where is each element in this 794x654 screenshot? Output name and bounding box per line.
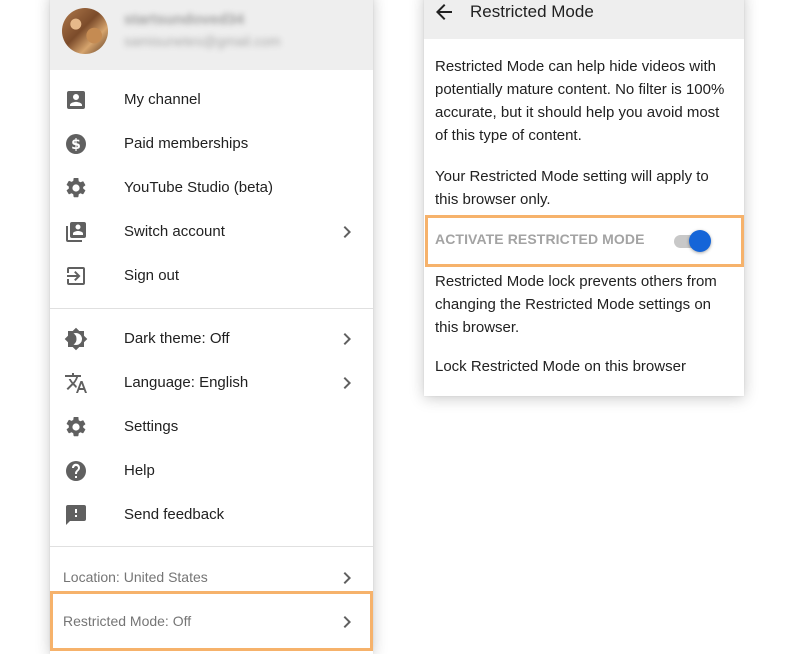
account-email: samisunetes@gmail.com — [124, 33, 281, 49]
panel-title: Restricted Mode — [470, 2, 594, 21]
menu-item-switch-account[interactable]: Switch account — [50, 210, 373, 254]
exit-icon — [64, 264, 88, 288]
menu-item-restricted-mode[interactable]: Restricted Mode: Off — [50, 600, 373, 644]
chevron-right-icon — [335, 566, 359, 590]
chevron-right-icon — [335, 371, 359, 395]
menu-divider — [50, 546, 373, 547]
help-circle-icon — [64, 459, 88, 483]
menu-item-label: Restricted Mode: Off — [63, 613, 192, 629]
menu-item-settings[interactable]: Settings — [50, 405, 373, 449]
restricted-mode-toggle[interactable] — [672, 228, 712, 252]
menu-item-label: Help — [124, 462, 155, 479]
menu-item-label: Language: English — [124, 374, 249, 391]
chevron-right-icon — [335, 220, 359, 244]
menu-item-label: My channel — [124, 91, 201, 108]
menu-item-language[interactable]: Language: English — [50, 361, 373, 405]
menu-item-location[interactable]: Location: United States — [50, 556, 373, 600]
menu-item-youtube-studio[interactable]: YouTube Studio (beta) — [50, 166, 373, 210]
menu-item-label: Dark theme: Off — [124, 330, 230, 347]
account-name: startsundoved34 — [124, 11, 245, 28]
menu-item-sign-out[interactable]: Sign out — [50, 254, 373, 298]
chevron-right-icon — [335, 610, 359, 634]
menu-item-my-channel[interactable]: My channel — [50, 78, 373, 122]
menu-item-label: Paid memberships — [124, 135, 249, 152]
translate-icon — [64, 371, 88, 395]
dollar-circle-icon: $ — [64, 132, 88, 156]
menu-divider — [50, 308, 373, 309]
svg-text:$: $ — [71, 137, 81, 153]
toggle-knob — [689, 230, 711, 252]
menu-item-label: Sign out — [124, 267, 180, 284]
panel-header: Restricted Mode — [424, 0, 744, 39]
brightness-icon — [64, 327, 88, 351]
activate-restricted-label: ACTIVATE RESTRICTED MODE — [435, 231, 645, 247]
menu-item-label: Send feedback — [124, 506, 225, 523]
restricted-description: Restricted Mode can help hide videos wit… — [435, 58, 725, 144]
menu-item-label: Location: United States — [63, 569, 208, 585]
account-box-icon — [64, 88, 88, 112]
browser-note: Your Restricted Mode setting will apply … — [435, 168, 709, 208]
gear-icon — [64, 176, 88, 200]
menu-item-label: Switch account — [124, 223, 225, 240]
chevron-right-icon — [335, 327, 359, 351]
menu-item-label: Settings — [124, 418, 179, 435]
menu-item-send-feedback[interactable]: Send feedback — [50, 493, 373, 537]
gear-icon — [64, 415, 88, 439]
account-header: startsundoved34 samisunetes@gmail.com — [50, 0, 373, 70]
avatar[interactable] — [62, 8, 108, 54]
account-menu: startsundoved34 samisunetes@gmail.com My… — [50, 0, 373, 654]
menu-item-label: YouTube Studio (beta) — [124, 179, 273, 196]
menu-item-paid-memberships[interactable]: $ Paid memberships — [50, 122, 373, 166]
lock-restricted-mode-link[interactable]: Lock Restricted Mode on this browser — [435, 358, 686, 375]
back-arrow-icon[interactable] — [432, 0, 456, 24]
switch-account-icon — [64, 220, 88, 244]
restricted-mode-panel: Restricted Mode Restricted Mode can help… — [424, 0, 744, 396]
lock-description: Restricted Mode lock prevents others fro… — [435, 273, 717, 336]
menu-item-help[interactable]: Help — [50, 449, 373, 493]
feedback-icon — [64, 503, 88, 527]
menu-item-dark-theme[interactable]: Dark theme: Off — [50, 317, 373, 361]
